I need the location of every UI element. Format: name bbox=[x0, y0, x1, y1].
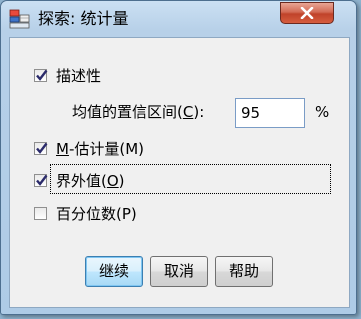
m-estimators-checkbox[interactable] bbox=[34, 142, 48, 155]
window-title: 探索: 统计量 bbox=[38, 9, 129, 28]
percent-unit-label: % bbox=[315, 103, 330, 121]
percentiles-checkbox[interactable] bbox=[34, 207, 47, 220]
dialog-client-area: 描述性 均值的置信区间(C): 95 % M-估计量(M) 界外值(O) 百分位… bbox=[9, 37, 350, 308]
checkmark-icon bbox=[36, 174, 48, 186]
descriptives-label: 描述性 bbox=[56, 67, 102, 85]
descriptives-checkbox[interactable] bbox=[34, 69, 48, 82]
help-button[interactable]: 帮助 bbox=[215, 256, 273, 287]
m-estimators-label: M-估计量(M) bbox=[56, 140, 145, 158]
cancel-button[interactable]: 取消 bbox=[150, 256, 208, 287]
continue-button[interactable]: 继续 bbox=[85, 256, 143, 287]
close-button[interactable] bbox=[280, 2, 334, 24]
checkmark-icon bbox=[36, 69, 48, 81]
confidence-interval-label: 均值的置信区间(C): bbox=[72, 103, 205, 121]
title-bar[interactable]: 探索: 统计量 bbox=[1, 1, 356, 37]
outliers-label: 界外值(O) bbox=[56, 172, 125, 190]
spss-app-icon bbox=[9, 9, 31, 29]
confidence-level-input[interactable]: 95 bbox=[235, 98, 305, 128]
close-icon bbox=[300, 7, 314, 19]
outliers-checkbox[interactable] bbox=[34, 174, 48, 187]
percentiles-label: 百分位数(P) bbox=[56, 205, 137, 223]
explore-statistics-dialog: 探索: 统计量 描述性 均值的置信区间(C): 95 % M-估计量(M) 界外… bbox=[0, 0, 357, 315]
checkmark-icon bbox=[36, 142, 48, 154]
